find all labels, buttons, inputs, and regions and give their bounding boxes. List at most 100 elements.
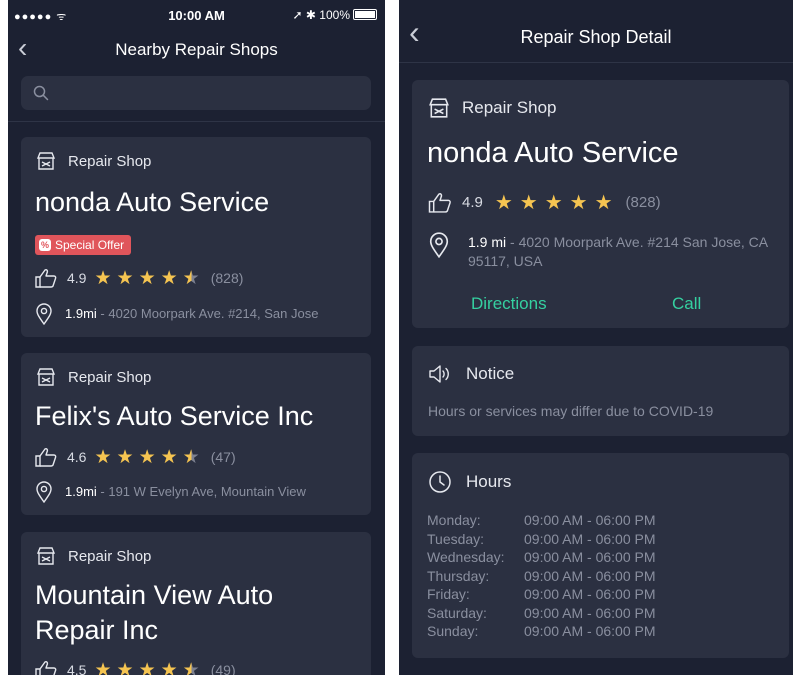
shop-type-row: Repair Shop	[36, 546, 151, 566]
notice-card: Notice Hours or services may differ due …	[412, 346, 789, 436]
notice-heading: Notice	[428, 363, 514, 385]
star-icon: ★	[594, 191, 613, 214]
address: - 191 W Evelyn Ave, Mountain View	[96, 484, 306, 499]
star-rating: ★ ★ ★ ★ ★	[94, 269, 204, 288]
page-title: Nearby Repair Shops	[115, 40, 278, 59]
rating-row: 4.5 ★ ★ ★ ★ ★ (49)	[35, 660, 236, 675]
distance: 1.9mi	[65, 306, 97, 321]
shop-type-label: Repair Shop	[68, 547, 152, 565]
hours-row: Saturday: 09:00 AM - 06:00 PM	[427, 604, 656, 621]
rating-row: 4.9 ★ ★ ★ ★ ★ (828)	[428, 192, 661, 213]
status-bar: ●●●●● ᯤ 10:00 AM ➚ ✱ 100%	[8, 0, 385, 34]
star-icon: ★	[94, 446, 112, 468]
search-input[interactable]	[57, 76, 357, 110]
star-icon: ★	[160, 659, 178, 675]
address-row: 1.9mi - 191 W Evelyn Ave, Mountain View	[35, 481, 306, 503]
review-count: (828)	[210, 270, 244, 286]
thumbs-up-icon	[35, 661, 57, 675]
shop-card[interactable]: Repair Shop Mountain View Auto Repair In…	[21, 532, 371, 675]
review-count: (47)	[210, 449, 236, 465]
hours-row: Sunday: 09:00 AM - 06:00 PM	[427, 623, 656, 639]
star-rating: ★ ★ ★ ★ ★	[94, 448, 204, 467]
rating-row: 4.6 ★ ★ ★ ★ ★ (47)	[35, 447, 236, 467]
hours-row: Thursday: 09:00 AM - 06:00 PM	[427, 567, 656, 584]
rating-row: 4.9 ★ ★ ★ ★ ★ (828)	[35, 268, 243, 288]
star-icon: ★	[116, 267, 134, 289]
search-icon	[33, 85, 49, 101]
thumbs-up-icon	[35, 448, 57, 467]
shop-type-label: Repair Shop	[68, 368, 152, 386]
star-icon: ★	[116, 659, 134, 675]
shop-info-card: Repair Shop nonda Auto Service 4.9 ★ ★ ★…	[412, 80, 789, 328]
shop-type-row: Repair Shop	[36, 151, 151, 171]
star-icon: ★	[94, 659, 112, 675]
battery-icon	[353, 9, 377, 20]
half-star-icon: ★	[182, 267, 200, 289]
shop-icon	[36, 152, 56, 170]
notice-text: Hours or services may differ due to COVI…	[428, 403, 714, 419]
address: - 4020 Moorpark Ave. #214 San Jose, CA 9…	[468, 234, 768, 269]
shop-name: nonda Auto Service	[35, 187, 270, 217]
shop-type-row: Repair Shop	[36, 367, 151, 387]
hours-row: Tuesday: 09:00 AM - 06:00 PM	[427, 530, 656, 547]
hours-row: Monday: 09:00 AM - 06:00 PM	[427, 512, 656, 528]
search-bar[interactable]	[21, 76, 371, 110]
review-count: (828)	[625, 194, 661, 211]
shop-type-label: Repair Shop	[462, 98, 557, 117]
directions-button[interactable]: Directions	[471, 294, 547, 314]
special-offer-badge: % Special Offer	[35, 235, 132, 255]
shop-icon	[36, 547, 56, 565]
repair-shop-list-screen: ●●●●● ᯤ 10:00 AM ➚ ✱ 100% ‹ Nearby Repai…	[8, 0, 385, 675]
hours-row: Friday: 09:00 AM - 06:00 PM	[427, 586, 656, 602]
hours-table: Monday: 09:00 AM - 06:00 PM Tuesday: 09:00…	[427, 511, 656, 641]
star-rating: ★ ★ ★ ★ ★	[94, 661, 204, 675]
star-icon: ★	[519, 191, 538, 214]
thumbs-up-icon	[35, 269, 57, 288]
shop-type-row: Repair Shop	[428, 97, 557, 119]
divider	[399, 62, 793, 63]
divider	[8, 121, 385, 122]
star-icon: ★	[138, 659, 156, 675]
shop-icon	[429, 98, 449, 118]
status-right: ➚ ✱ 100%	[293, 8, 377, 22]
star-icon: ★	[138, 267, 156, 289]
shop-card[interactable]: Repair Shop Felix's Auto Service Inc 4.6…	[21, 353, 371, 515]
distance: 1.9mi	[65, 484, 97, 499]
star-icon: ★	[569, 191, 588, 214]
clock-icon	[429, 471, 451, 493]
shop-name: Felix's Auto Service Inc	[35, 401, 314, 431]
hours-card: Hours Monday: 09:00 AM - 06:00 PM Tuesday…	[412, 453, 789, 658]
rating-score: 4.5	[67, 662, 87, 675]
speaker-icon	[429, 365, 449, 383]
half-star-icon: ★	[182, 446, 200, 468]
star-icon: ★	[116, 446, 134, 468]
call-button[interactable]: Call	[672, 294, 701, 314]
rating-score: 4.6	[67, 449, 87, 465]
star-icon: ★	[544, 191, 563, 214]
hours-row: Wednesday: 09:00 AM - 06:00 PM	[427, 549, 656, 565]
location-pin-icon	[36, 481, 52, 503]
offer-icon: %	[39, 239, 51, 251]
star-icon: ★	[160, 267, 178, 289]
star-rating: ★ ★ ★ ★ ★	[495, 193, 620, 213]
distance: 1.9 mi	[468, 234, 507, 250]
repair-shop-detail-screen: ‹ Repair Shop Detail Repair Shop nonda A…	[399, 0, 793, 675]
star-icon: ★	[94, 267, 112, 289]
rating-score: 4.9	[67, 270, 87, 286]
hours-heading: Hours	[428, 470, 511, 494]
shop-name: Mountain View Auto Repair Inc	[35, 580, 274, 645]
thumbs-up-icon	[428, 193, 451, 213]
shop-type-label: Repair Shop	[68, 152, 152, 170]
star-icon: ★	[160, 446, 178, 468]
address: - 4020 Moorpark Ave. #214, San Jose	[96, 306, 319, 321]
address-row: 1.9 mi - 4020 Moorpark Ave. #214 San Jos…	[428, 232, 768, 271]
shop-card[interactable]: Repair Shop nonda Auto Service % Special…	[21, 137, 371, 337]
page-title: Repair Shop Detail	[520, 27, 672, 47]
star-icon: ★	[494, 191, 513, 214]
shop-name: nonda Auto Service	[427, 137, 679, 169]
location-pin-icon	[429, 232, 449, 258]
star-icon: ★	[138, 446, 156, 468]
half-star-icon: ★	[183, 661, 200, 675]
review-count: (49)	[210, 662, 236, 675]
location-pin-icon	[36, 303, 52, 325]
